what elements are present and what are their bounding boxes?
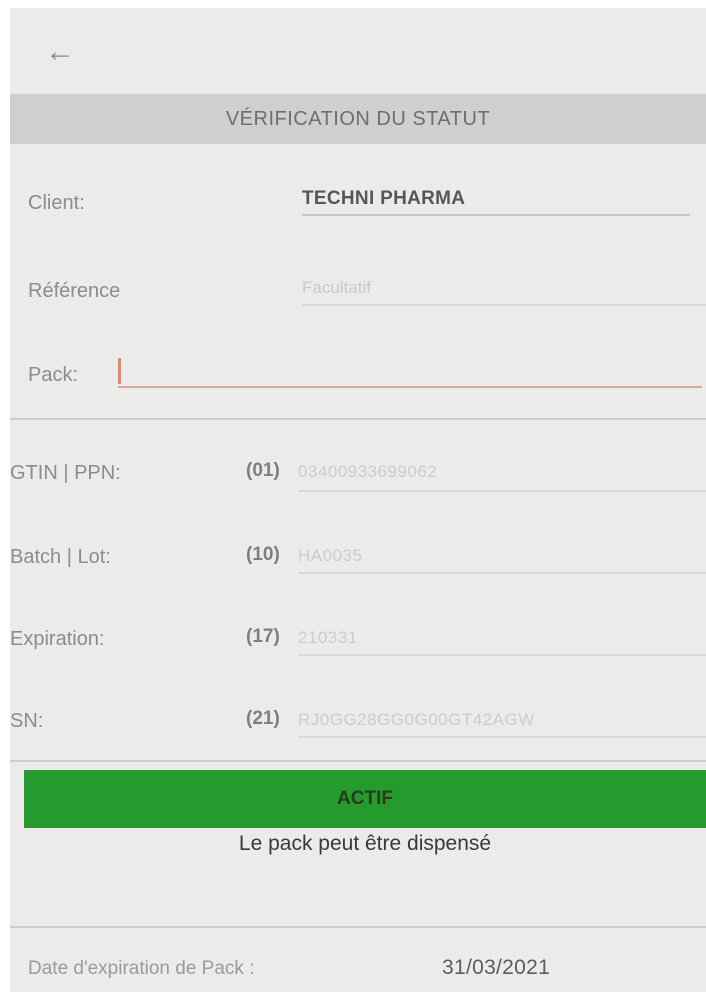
footer-divider [10, 926, 706, 928]
expiration-underline [298, 654, 706, 656]
reference-input[interactable]: Facultatif [302, 278, 371, 298]
batch-label: Batch | Lot: [10, 546, 111, 568]
batch-value: HA0035 [298, 546, 363, 565]
sn-underline [298, 736, 706, 738]
status-banner: ACTIF [24, 770, 706, 828]
pack-label: Pack: [28, 364, 79, 386]
client-label: Client: [28, 192, 85, 214]
gtin-underline [298, 490, 706, 492]
page-title-bar: VÉRIFICATION DU STATUT [10, 94, 706, 144]
arrow-left-icon[interactable]: ← [40, 32, 80, 72]
gtin-value: 03400933699062 [298, 462, 438, 481]
client-underline [302, 214, 690, 216]
pack-cursor [118, 358, 121, 384]
status-message: Le pack peut être dispensé [238, 832, 492, 855]
section-divider [10, 418, 706, 420]
reference-underline [302, 304, 706, 306]
expiration-label: Expiration: [10, 628, 105, 650]
gtin-code: (01) [246, 460, 280, 481]
expiration-code: (17) [246, 626, 280, 647]
pack-underline [118, 386, 702, 388]
batch-underline [298, 572, 706, 574]
expiry-date-label: Date d'expiration de Pack : [28, 958, 255, 979]
sn-value: RJ0GG28GG0G00GT42AGW [298, 710, 535, 729]
status-label: ACTIF [337, 788, 393, 809]
batch-code: (10) [246, 544, 280, 565]
status-divider [10, 760, 706, 762]
app-screen: ← VÉRIFICATION DU STATUT Client: TECHNI … [10, 8, 706, 992]
sn-label: SN: [10, 710, 44, 732]
expiration-value: 210331 [298, 628, 358, 647]
expiry-date-value: 31/03/2021 [442, 956, 551, 979]
page-title: VÉRIFICATION DU STATUT [225, 107, 491, 130]
gtin-label: GTIN | PPN: [10, 462, 121, 484]
sn-code: (21) [246, 708, 280, 729]
reference-label: Référence [28, 280, 121, 302]
client-value[interactable]: TECHNI PHARMA [302, 188, 465, 210]
